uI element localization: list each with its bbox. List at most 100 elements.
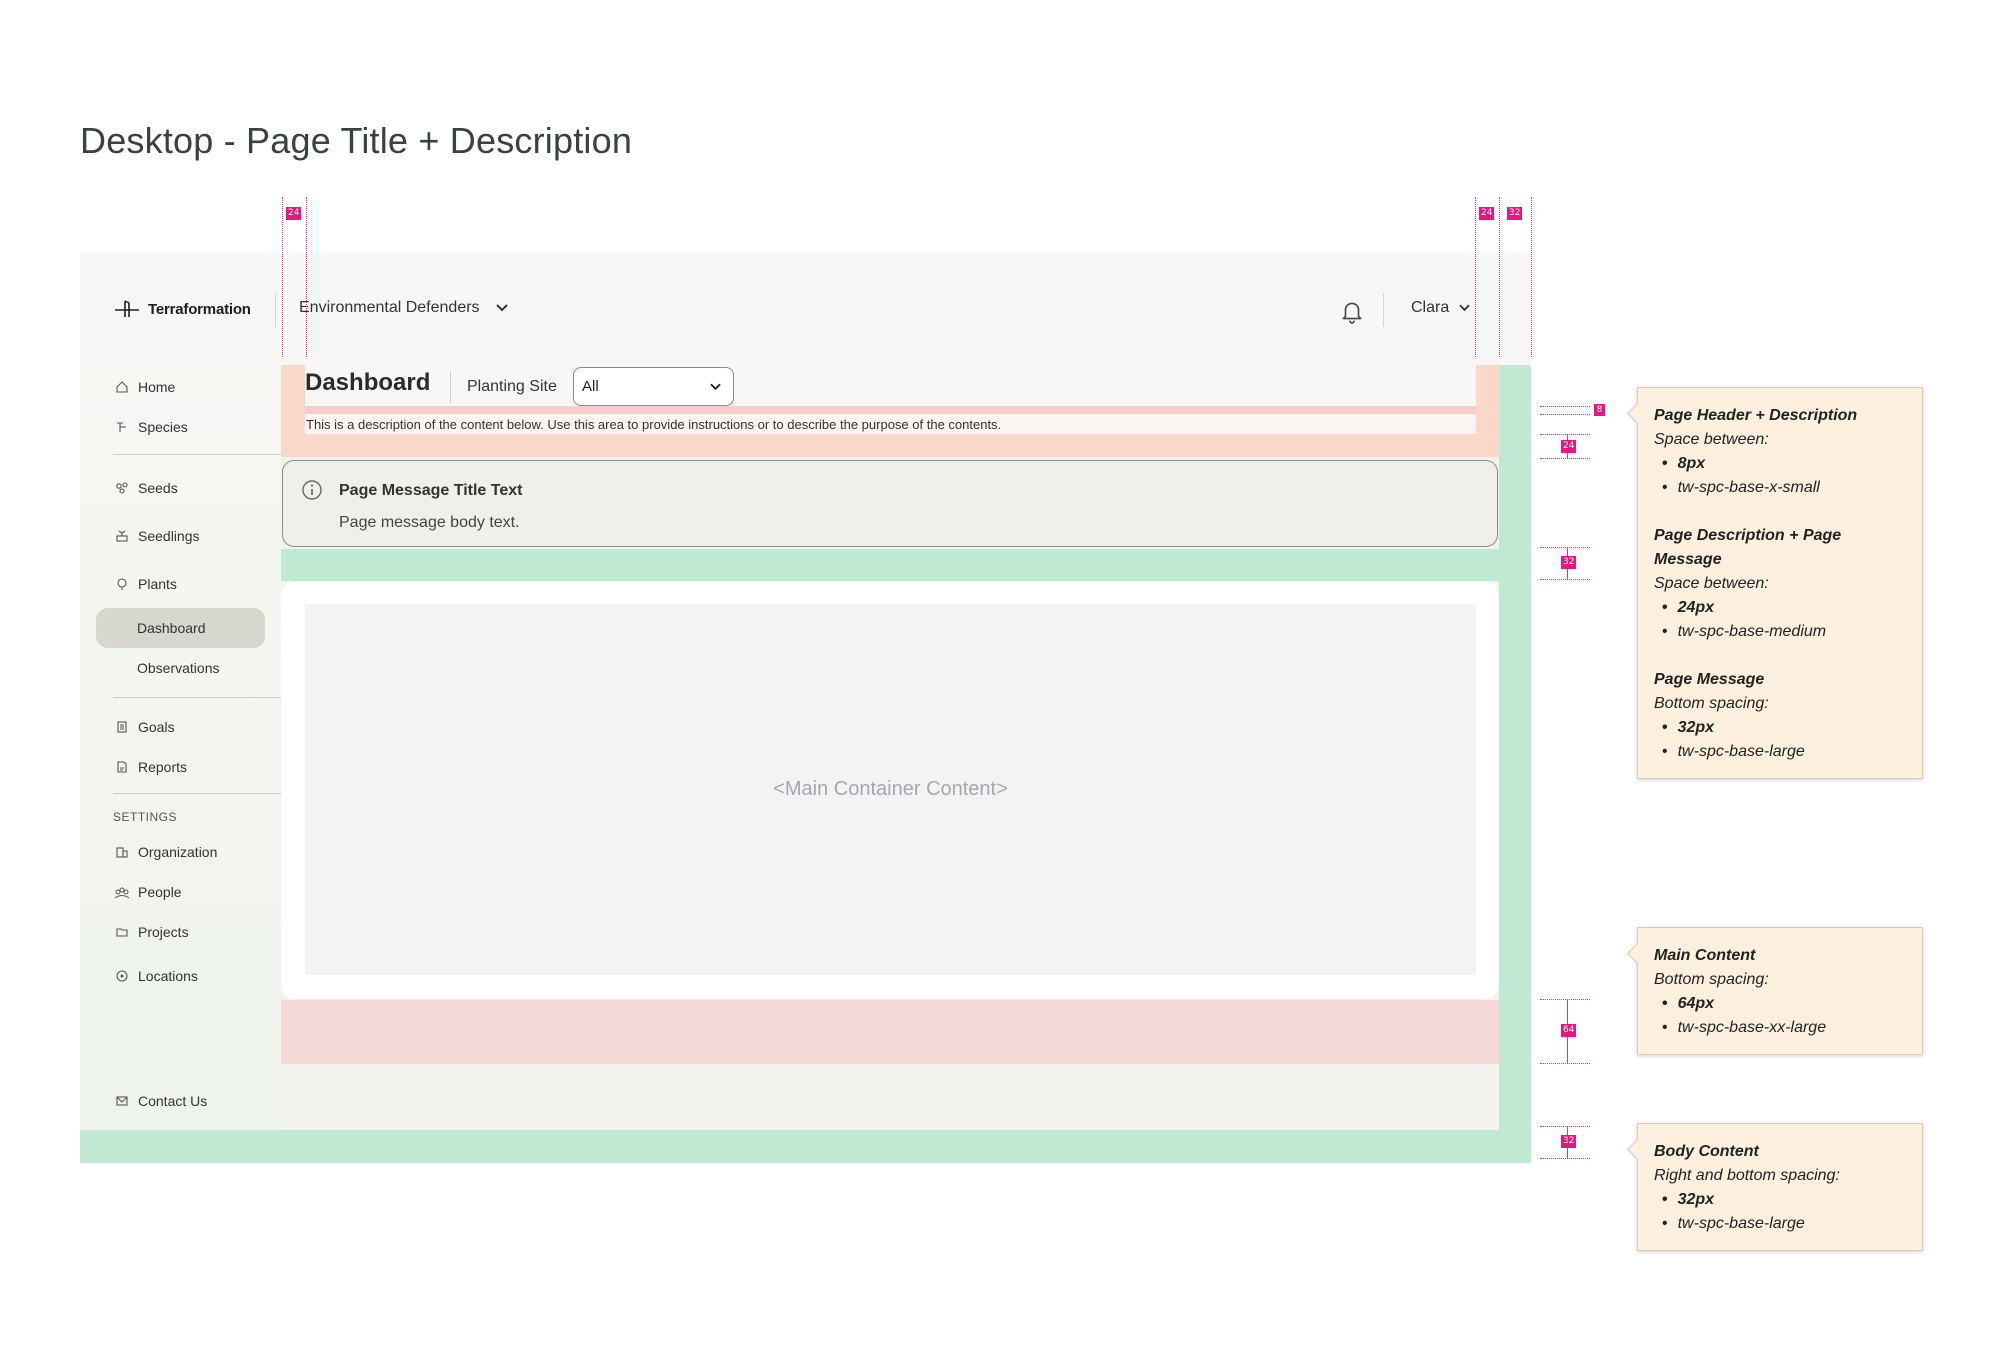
sidebar-item-label: Contact Us bbox=[138, 1093, 208, 1109]
note-body-content: Body Content Right and bottom spacing: 3… bbox=[1637, 1123, 1923, 1251]
user-name: Clara bbox=[1411, 299, 1450, 316]
settings-section-label: SETTINGS bbox=[113, 810, 178, 824]
measure-right-outer: 32 bbox=[1507, 207, 1523, 220]
guide-line bbox=[1540, 434, 1590, 435]
page-description: This is a description of the content bel… bbox=[306, 417, 1002, 432]
sidebar-item-dashboard[interactable]: Dashboard bbox=[96, 608, 265, 648]
sidebar-item-label: Organization bbox=[138, 844, 218, 860]
title-divider bbox=[450, 371, 451, 403]
planting-site-select[interactable]: All bbox=[573, 367, 734, 406]
chevron-down-icon bbox=[1459, 304, 1470, 312]
note-bullet: tw-spc-base-xx-large bbox=[1662, 1016, 1906, 1040]
organization-icon bbox=[113, 843, 131, 861]
top-divider bbox=[275, 293, 276, 327]
note-page-header-description: Page Header + Description Space between:… bbox=[1637, 387, 1923, 779]
guide-line bbox=[1540, 406, 1590, 407]
note-title: Page Message bbox=[1654, 671, 1765, 688]
note-bullet: tw-spc-base-medium bbox=[1662, 620, 1906, 644]
user-menu[interactable]: Clara bbox=[1411, 299, 1470, 317]
page-message: Page Message Title Text Page message bod… bbox=[282, 460, 1498, 547]
logo[interactable]: Terraformation bbox=[114, 299, 251, 319]
locations-icon bbox=[113, 967, 131, 985]
sidebar-item-label: Seeds bbox=[138, 480, 178, 496]
seeds-icon bbox=[113, 479, 131, 497]
guide-line bbox=[282, 197, 283, 357]
main-content-bottom-spacing bbox=[281, 1000, 1499, 1064]
note-bullet: 24px bbox=[1662, 596, 1906, 620]
chevron-down-icon bbox=[495, 304, 508, 312]
seedlings-icon bbox=[113, 527, 131, 545]
chevron-down-icon bbox=[710, 383, 721, 390]
note-subtitle: Bottom spacing: bbox=[1654, 971, 1769, 988]
goals-icon bbox=[113, 718, 131, 736]
mail-icon bbox=[113, 1092, 131, 1110]
guide-line bbox=[1540, 458, 1590, 459]
page-message-bottom-spacing bbox=[281, 549, 1499, 581]
note-title: Page Description + Page Message bbox=[1654, 527, 1842, 568]
measure-body-bottom: 32 bbox=[1561, 1135, 1577, 1148]
guide-line bbox=[1540, 1063, 1590, 1064]
guide-line bbox=[306, 197, 307, 357]
people-icon bbox=[113, 883, 131, 901]
measure-header-desc: 8 bbox=[1594, 404, 1605, 416]
guide-line bbox=[1499, 197, 1500, 357]
guide-line bbox=[1531, 197, 1532, 357]
page-title: Dashboard bbox=[305, 369, 431, 396]
body-bottom-spacing bbox=[80, 1130, 1531, 1163]
planting-site-value: All bbox=[582, 378, 599, 395]
note-bullet: 64px bbox=[1662, 992, 1906, 1016]
measure-message-bottom: 32 bbox=[1561, 556, 1577, 569]
note-bullet: 8px bbox=[1662, 452, 1906, 476]
note-bullet: 32px bbox=[1662, 716, 1906, 740]
top-bar bbox=[80, 253, 1531, 365]
info-icon bbox=[302, 480, 322, 500]
note-subtitle: Right and bottom spacing: bbox=[1654, 1167, 1840, 1184]
sidebar-item-contact-us[interactable]: Contact Us bbox=[113, 1090, 323, 1112]
note-bullet: tw-spc-base-large bbox=[1662, 740, 1906, 764]
note-title: Main Content bbox=[1654, 947, 1756, 964]
guide-line bbox=[1540, 1158, 1590, 1159]
main-container-content: <Main Container Content> bbox=[305, 604, 1476, 975]
guide-line bbox=[1540, 999, 1590, 1000]
app-frame: Terraformation Environmental Defenders C… bbox=[80, 253, 1531, 1163]
notifications-bell-icon[interactable] bbox=[1339, 298, 1365, 324]
guide-line bbox=[1540, 547, 1590, 548]
guide-line bbox=[1540, 579, 1590, 580]
sidebar-item-observations[interactable]: Observations bbox=[96, 648, 265, 688]
sidebar-item-label: Locations bbox=[138, 968, 198, 984]
measure-main-bottom: 64 bbox=[1561, 1024, 1577, 1037]
page-heading: Desktop - Page Title + Description bbox=[80, 120, 633, 161]
body-right-spacing bbox=[1499, 365, 1531, 1163]
header-description-spacing bbox=[305, 406, 1476, 414]
species-icon bbox=[113, 418, 131, 436]
sidebar-item-label: Reports bbox=[138, 759, 188, 775]
note-title: Body Content bbox=[1654, 1143, 1759, 1160]
guide-line bbox=[1475, 197, 1476, 357]
page-message-title: Page Message Title Text bbox=[339, 482, 523, 499]
note-bullet: tw-spc-base-large bbox=[1662, 1212, 1906, 1236]
sidebar-item-label: Goals bbox=[138, 719, 175, 735]
sidebar-item-label: Projects bbox=[138, 924, 189, 940]
note-main-content: Main Content Bottom spacing: 64px tw-spc… bbox=[1637, 927, 1923, 1055]
reports-icon bbox=[113, 758, 131, 776]
sidebar-item-label: People bbox=[138, 884, 182, 900]
projects-icon bbox=[113, 923, 131, 941]
organization-select[interactable]: Environmental Defenders bbox=[299, 299, 508, 317]
note-subtitle: Space between: bbox=[1654, 575, 1769, 592]
measure-left-gap: 24 bbox=[286, 207, 302, 220]
note-subtitle: Bottom spacing: bbox=[1654, 695, 1769, 712]
sidebar-item-label: Plants bbox=[138, 576, 177, 592]
note-bullet: 32px bbox=[1662, 1188, 1906, 1212]
measure-right-gap: 24 bbox=[1479, 207, 1495, 220]
sidebar-item-label: Seedlings bbox=[138, 528, 200, 544]
note-bullet: tw-spc-base-x-small bbox=[1662, 476, 1906, 500]
note-title: Page Header + Description bbox=[1654, 407, 1858, 424]
sidebar-item-label: Species bbox=[138, 419, 188, 435]
terraformation-logo-icon bbox=[115, 300, 139, 317]
guide-line bbox=[1540, 1126, 1590, 1127]
top-divider bbox=[1383, 293, 1384, 327]
organization-name: Environmental Defenders bbox=[299, 299, 480, 316]
note-subtitle: Space between: bbox=[1654, 431, 1769, 448]
planting-site-label: Planting Site bbox=[467, 378, 557, 395]
logo-text: Terraformation bbox=[148, 300, 251, 318]
